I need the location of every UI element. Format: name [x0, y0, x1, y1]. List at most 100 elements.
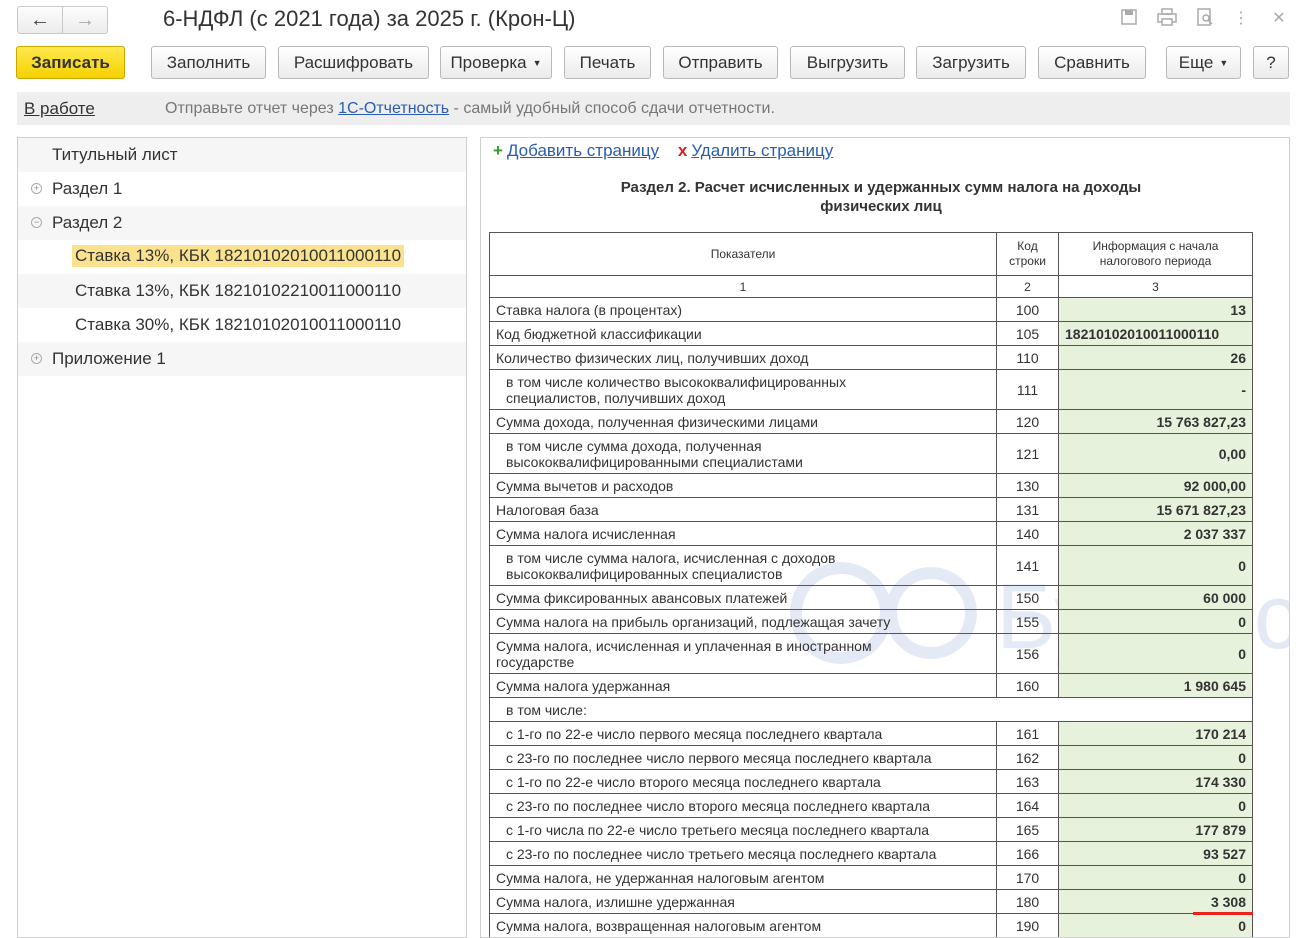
title-bar: ← → 6-НДФЛ (с 2021 года) за 2025 г. (Кро… — [0, 0, 1312, 40]
tree-item-rate-13-a[interactable]: Ставка 13%, КБК 18210102010011000110 — [18, 240, 466, 274]
row-value-cell[interactable]: 93 527 — [1058, 841, 1253, 866]
fill-button[interactable]: Заполнить — [151, 46, 266, 79]
row-label: с 23-го по последнее число второго месяц… — [489, 793, 997, 818]
send-button[interactable]: Отправить — [663, 46, 778, 79]
tree-item-label: Раздел 2 — [52, 213, 123, 232]
row-code: 130 — [996, 473, 1059, 498]
table-row: Сумма вычетов и расходов 130 92 000,00 — [489, 473, 1253, 498]
row-value-cell[interactable]: 15 671 827,23 — [1058, 497, 1253, 522]
tree-item-label-selected: Ставка 13%, КБК 18210102010011000110 — [72, 245, 405, 267]
status-link[interactable]: В работе — [24, 99, 95, 119]
row-value-cell[interactable]: 0 — [1058, 793, 1253, 818]
collapse-icon[interactable]: − — [31, 217, 42, 228]
header-info: Информация с начала налогового периода — [1058, 232, 1253, 276]
row-code: 170 — [996, 865, 1059, 890]
row-value-cell[interactable]: 15 763 827,23 — [1058, 409, 1253, 434]
row-label: Сумма фиксированных авансовых платежей — [489, 585, 997, 610]
tree-item-section-2[interactable]: − Раздел 2 — [18, 206, 466, 240]
tree-item-title-page[interactable]: Титульный лист — [18, 138, 466, 172]
section-title-line-1: Раздел 2. Расчет исчисленных и удержанны… — [620, 179, 1142, 196]
section-title-line-2: физических лиц — [820, 198, 942, 215]
table-row: с 1-го числа по 22-е число третьего меся… — [489, 817, 1253, 842]
row-value-cell[interactable]: 0 — [1058, 609, 1253, 634]
row-value-cell — [1058, 697, 1253, 722]
row-value-cell[interactable]: - — [1058, 369, 1253, 410]
row-value-cell[interactable]: 0,00 — [1058, 433, 1253, 474]
tree-item-appendix-1[interactable]: + Приложение 1 — [18, 342, 466, 376]
table-row: Сумма налога удержанная 160 1 980 645 — [489, 673, 1253, 698]
row-value-cell[interactable]: 18210102010011000110 — [1058, 321, 1253, 346]
back-button[interactable]: ← — [17, 6, 63, 34]
table-row: Код бюджетной классификации 105 1821010201… — [489, 321, 1253, 346]
table-body: Ставка налога (в процентах) 100 13 Код бюдж… — [489, 297, 1253, 937]
import-button[interactable]: Загрузить — [916, 46, 1026, 79]
compare-button[interactable]: Сравнить — [1038, 46, 1146, 79]
row-value-cell[interactable]: 0 — [1058, 913, 1253, 937]
table-row: Сумма налога, исчисленная и уплаченная в… — [489, 633, 1253, 674]
save-button[interactable]: Записать — [16, 46, 125, 79]
row-value-cell[interactable]: 170 214 — [1058, 721, 1253, 746]
more-dropdown-button[interactable]: Еще ▼ — [1166, 46, 1241, 79]
row-code: 111 — [996, 369, 1059, 410]
row-value-cell[interactable]: 0 — [1058, 745, 1253, 770]
more-vertical-icon[interactable]: ⋮ — [1230, 8, 1252, 30]
tree-item-label: Раздел 1 — [52, 179, 123, 198]
row-value-cell[interactable]: 26 — [1058, 345, 1253, 370]
row-code: 155 — [996, 609, 1059, 634]
row-value-cell[interactable]: 177 879 — [1058, 817, 1253, 842]
row-label-line2: высококвалифицированных специалистов — [506, 565, 783, 582]
expand-icon[interactable]: + — [31, 353, 42, 364]
row-code — [996, 697, 1059, 722]
table-column-numbers: 1 2 3 — [489, 275, 1253, 298]
row-value-cell[interactable]: 3 308 — [1058, 889, 1253, 914]
row-code: 100 — [996, 297, 1059, 322]
row-value-cell[interactable]: 0 — [1058, 545, 1253, 586]
row-value-cell[interactable]: 2 037 337 — [1058, 521, 1253, 546]
row-value-cell[interactable]: 13 — [1058, 297, 1253, 322]
tree-item-label: Ставка 13%, КБК 18210102210011000110 — [75, 281, 402, 300]
row-code: 165 — [996, 817, 1059, 842]
tree-item-rate-13-b[interactable]: Ставка 13%, КБК 18210102210011000110 — [18, 274, 466, 308]
add-page-link[interactable]: Добавить страницу — [507, 141, 659, 160]
row-label-line1: Сумма налога, исчисленная и уплаченная в… — [496, 637, 872, 654]
row-value-cell[interactable]: 60 000 — [1058, 585, 1253, 610]
table-row: Сумма дохода, полученная физическими лиц… — [489, 409, 1253, 434]
delete-page-link[interactable]: Удалить страницу — [691, 141, 833, 160]
row-label: Сумма налога, возвращенная налоговым аге… — [489, 913, 997, 937]
info-message: Отправьте отчет через 1С-Отчетность - са… — [165, 100, 775, 118]
row-code: 105 — [996, 321, 1059, 346]
report-tree: Титульный лист + Раздел 1 − Раздел 2 Ста… — [17, 137, 467, 938]
arrow-right-icon: → — [75, 9, 95, 31]
table-row: с 1-го по 22-е число второго месяца посл… — [489, 769, 1253, 794]
help-button[interactable]: ? — [1253, 46, 1289, 79]
row-code: 120 — [996, 409, 1059, 434]
preview-icon[interactable] — [1194, 8, 1216, 30]
save-disk-icon[interactable] — [1118, 8, 1140, 30]
printer-icon[interactable] — [1156, 8, 1178, 30]
row-code: 161 — [996, 721, 1059, 746]
reporting-link[interactable]: 1С-Отчетность — [338, 100, 449, 117]
tree-item-rate-30[interactable]: Ставка 30%, КБК 18210102010011000110 — [18, 308, 466, 342]
table-row: с 1-го по 22-е число первого месяца посл… — [489, 721, 1253, 746]
print-button[interactable]: Печать — [564, 46, 651, 79]
row-value-cell[interactable]: 92 000,00 — [1058, 473, 1253, 498]
expand-icon[interactable]: + — [31, 183, 42, 194]
decode-button[interactable]: Расшифровать — [278, 46, 429, 79]
close-icon[interactable]: ✕ — [1268, 8, 1290, 30]
forward-button[interactable]: → — [62, 6, 108, 34]
row-label: в том числе количество высококвалифициро… — [489, 369, 997, 410]
tree-item-section-1[interactable]: + Раздел 1 — [18, 172, 466, 206]
row-value-cell[interactable]: 1 980 645 — [1058, 673, 1253, 698]
more-label: Еще — [1178, 53, 1214, 72]
row-label: Код бюджетной классификации — [489, 321, 997, 346]
table-row: Сумма налога исчисленная 140 2 037 337 — [489, 521, 1253, 546]
page-actions: + Добавить страницу x Удалить страницу — [493, 141, 833, 161]
check-dropdown-button[interactable]: Проверка ▼ — [440, 46, 552, 79]
row-label-line1: в том числе количество высококвалифициро… — [506, 373, 847, 390]
row-code: 190 — [996, 913, 1059, 937]
tree-item-label: Титульный лист — [52, 145, 178, 164]
row-value-cell[interactable]: 174 330 — [1058, 769, 1253, 794]
row-value-cell[interactable]: 0 — [1058, 633, 1253, 674]
export-button[interactable]: Выгрузить — [790, 46, 905, 79]
row-value-cell[interactable]: 0 — [1058, 865, 1253, 890]
